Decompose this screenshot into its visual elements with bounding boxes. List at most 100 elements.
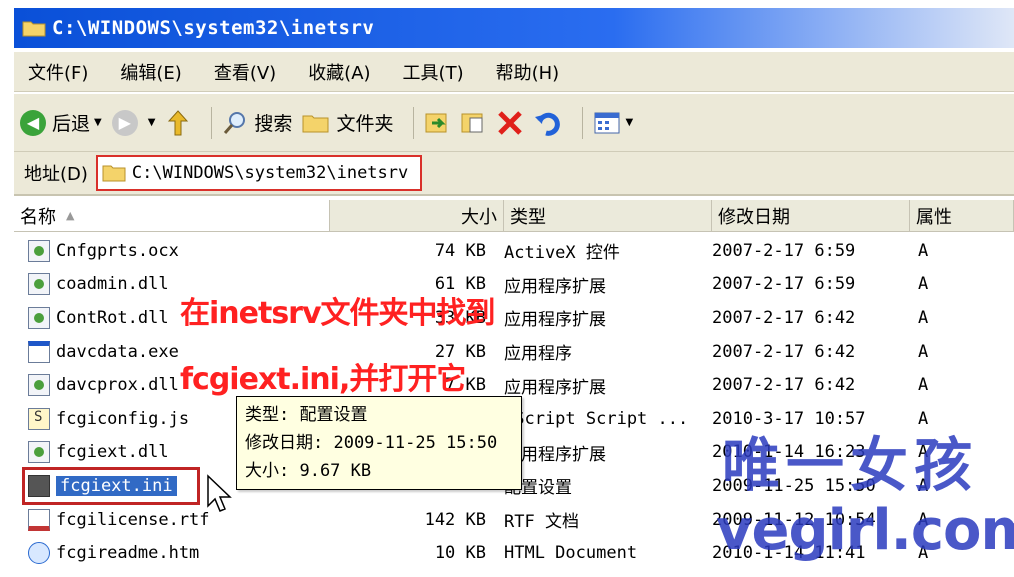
folder-icon xyxy=(302,115,329,132)
file-attr: A xyxy=(918,274,929,295)
back-label: 后退 xyxy=(52,113,91,135)
copy-to-icon xyxy=(461,113,483,132)
menu-favorites[interactable]: 收藏(A) xyxy=(308,59,370,85)
search-button[interactable]: 搜索 xyxy=(222,109,292,136)
column-header-name[interactable]: 名称 ▲ xyxy=(14,200,330,232)
back-button[interactable]: ◀ 后退 ▼ xyxy=(20,109,102,136)
file-info-tooltip: 类型: 配置设置 修改日期: 2009-11-25 15:50 大小: 9.67… xyxy=(236,396,522,490)
column-header-modified[interactable]: 修改日期 xyxy=(712,200,910,232)
views-grid-icon xyxy=(594,112,620,133)
up-folder-icon xyxy=(168,109,189,135)
file-size: 74 KB xyxy=(434,240,486,261)
toolbar-separator xyxy=(413,106,415,139)
file-name: fcgiext.ini xyxy=(56,475,177,496)
delete-x-icon xyxy=(498,110,523,135)
dll-file-icon xyxy=(28,273,50,296)
file-name: ContRot.dll xyxy=(56,307,169,328)
file-name: davcprox.dll xyxy=(56,375,179,396)
file-name: davcdata.exe xyxy=(56,341,179,362)
address-label: 地址(D) xyxy=(24,164,88,185)
file-type: 应用程序扩展 xyxy=(504,310,606,331)
file-row[interactable]: ContRot.dll 33 KB 应用程序扩展 2007-2-17 6:42 … xyxy=(14,301,1014,335)
dll-file-icon xyxy=(28,374,50,397)
folder-icon xyxy=(22,19,46,37)
file-type: RTF 文档 xyxy=(504,512,579,533)
column-header-name-label: 名称 xyxy=(20,206,56,228)
folders-button[interactable]: 文件夹 xyxy=(302,109,393,136)
file-attr: A xyxy=(918,240,929,261)
file-type: JScript Script ... xyxy=(504,408,689,429)
forward-button[interactable]: ▶ ▼ xyxy=(111,109,156,136)
ini-file-icon xyxy=(28,474,50,497)
file-name: fcgiconfig.js xyxy=(56,408,190,429)
file-name: fcgireadme.htm xyxy=(56,543,200,564)
file-row[interactable]: Cnfgprts.ocx 74 KB ActiveX 控件 2007-2-17 … xyxy=(14,234,1014,268)
file-row[interactable]: coadmin.dll 61 KB 应用程序扩展 2007-2-17 6:59 … xyxy=(14,268,1014,302)
dll-file-icon xyxy=(28,239,50,262)
file-name: Cnfgprts.ocx xyxy=(56,240,179,261)
chevron-down-icon[interactable]: ▼ xyxy=(94,117,102,128)
file-type: ActiveX 控件 xyxy=(504,243,620,264)
exe-file-icon xyxy=(28,340,50,363)
menu-tools[interactable]: 工具(T) xyxy=(403,59,464,85)
search-label: 搜索 xyxy=(254,113,293,135)
column-header-modified-label: 修改日期 xyxy=(718,207,790,228)
column-header-type-label: 类型 xyxy=(510,207,546,228)
window-title: C:\WINDOWS\system32\inetsrv xyxy=(52,17,375,39)
window-title-bar[interactable]: C:\WINDOWS\system32\inetsrv xyxy=(14,8,1014,48)
column-header-attributes[interactable]: 属性 xyxy=(910,200,1014,232)
file-type: 应用程序扩展 xyxy=(504,276,606,297)
tooltip-modified: 修改日期: 2009-11-25 15:50 xyxy=(245,433,498,453)
address-path: C:\WINDOWS\system32\inetsrv xyxy=(131,163,409,183)
back-arrow-icon: ◀ xyxy=(20,109,46,136)
rtf-file-icon xyxy=(28,508,50,531)
menu-file[interactable]: 文件(F) xyxy=(28,59,88,85)
folder-icon xyxy=(102,165,126,182)
tooltip-type: 类型: 配置设置 xyxy=(245,405,368,425)
toolbar-separator xyxy=(211,106,213,139)
address-input[interactable]: C:\WINDOWS\system32\inetsrv xyxy=(95,155,422,191)
views-button[interactable]: ▼ xyxy=(593,111,633,135)
search-icon xyxy=(224,111,246,134)
column-header-attributes-label: 属性 xyxy=(916,207,952,228)
file-modified: 2007-2-17 6:42 xyxy=(712,307,856,328)
dll-file-icon xyxy=(28,441,50,464)
forward-arrow-icon: ▶ xyxy=(111,109,138,136)
file-size: 10 KB xyxy=(434,543,486,564)
annotation-line-2: fcgiext.ini,并打开它 xyxy=(180,362,466,397)
file-type: 应用程序 xyxy=(504,344,572,365)
toolbar-separator xyxy=(582,106,584,139)
file-row[interactable]: davcdata.exe 27 KB 应用程序 2007-2-17 6:42 A xyxy=(14,335,1014,369)
delete-button[interactable] xyxy=(496,109,524,137)
column-header-type[interactable]: 类型 xyxy=(504,200,712,232)
file-attr: A xyxy=(918,375,929,396)
file-modified: 2007-2-17 6:42 xyxy=(712,341,856,362)
address-bar: 地址(D) C:\WINDOWS\system32\inetsrv xyxy=(14,152,1014,196)
chevron-down-icon[interactable]: ▼ xyxy=(148,117,156,128)
move-to-icon xyxy=(425,113,447,132)
chevron-down-icon[interactable]: ▼ xyxy=(625,117,633,128)
file-type: HTML Document xyxy=(504,543,638,564)
script-file-icon xyxy=(28,407,50,430)
file-attr: A xyxy=(918,307,929,328)
file-modified: 2007-2-17 6:59 xyxy=(712,274,856,295)
file-name: fcgiext.dll xyxy=(56,442,169,463)
move-to-button[interactable] xyxy=(424,110,450,136)
menu-help[interactable]: 帮助(H) xyxy=(496,59,560,85)
file-modified: 2007-2-17 6:42 xyxy=(712,375,856,396)
menu-edit[interactable]: 编辑(E) xyxy=(120,59,181,85)
up-button[interactable] xyxy=(165,109,191,137)
mouse-cursor-icon xyxy=(207,474,232,512)
column-header-size-label: 大小 xyxy=(461,207,497,228)
menu-view[interactable]: 查看(V) xyxy=(214,59,276,85)
file-name: coadmin.dll xyxy=(56,274,169,295)
folders-label: 文件夹 xyxy=(336,113,394,135)
file-modified: 2007-2-17 6:59 xyxy=(712,240,856,261)
menu-bar: 文件(F) 编辑(E) 查看(V) 收藏(A) 工具(T) 帮助(H) xyxy=(14,52,1014,92)
file-attr: A xyxy=(918,341,929,362)
undo-button[interactable] xyxy=(534,109,562,137)
file-name: fcgilicense.rtf xyxy=(56,509,210,530)
column-header-size[interactable]: 大小 xyxy=(330,200,504,232)
undo-icon xyxy=(535,112,561,136)
copy-to-button[interactable] xyxy=(460,110,486,136)
